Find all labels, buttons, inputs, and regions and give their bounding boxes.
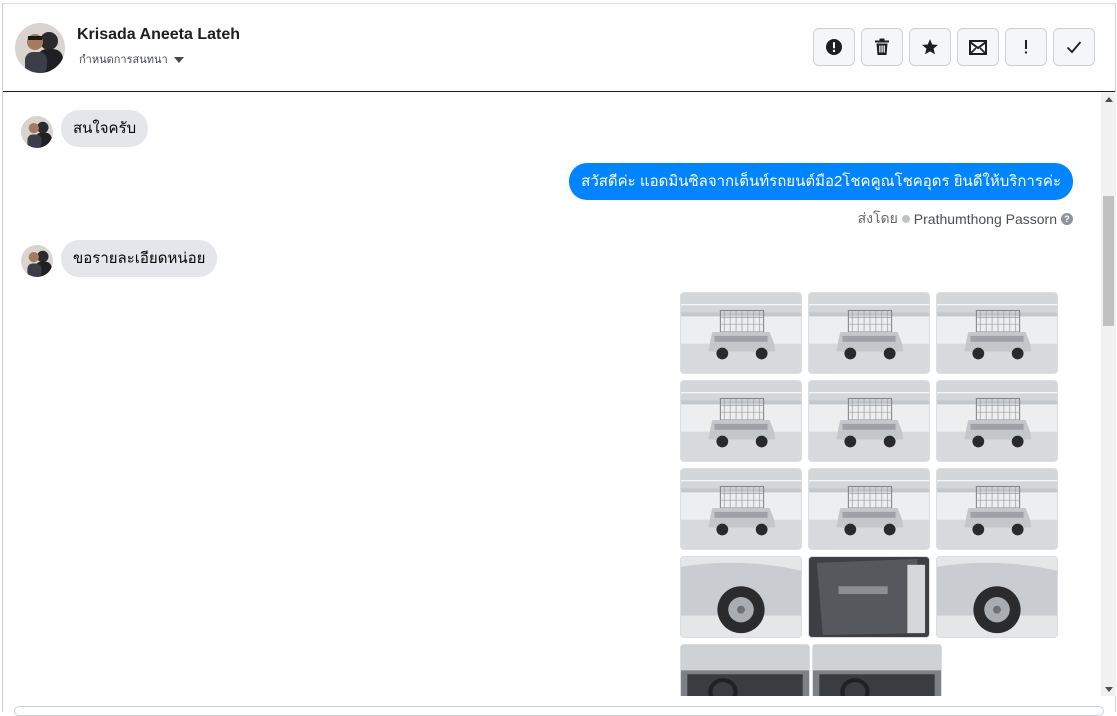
photo-thumbnail[interactable] bbox=[680, 468, 802, 550]
checkmark-icon bbox=[1066, 41, 1082, 54]
help-icon[interactable]: ? bbox=[1061, 213, 1073, 225]
photo-thumbnail[interactable] bbox=[936, 380, 1058, 462]
exclamation-circle-icon bbox=[826, 39, 842, 55]
delete-button[interactable] bbox=[861, 28, 903, 66]
photo-thumbnail[interactable] bbox=[808, 468, 930, 550]
mark-unread-button[interactable] bbox=[957, 28, 999, 66]
outgoing-message[interactable]: สวัสดีค่ะ แอดมินซิลจากเต็นท์รถยนต์มือ2โช… bbox=[569, 163, 1073, 200]
scroll-up-arrow[interactable] bbox=[1101, 92, 1116, 106]
photo-thumbnail[interactable] bbox=[936, 468, 1058, 550]
photo-thumbnail[interactable] bbox=[808, 380, 930, 462]
truck-side-left-2-image bbox=[681, 469, 801, 549]
rear-wheel-image bbox=[937, 557, 1057, 637]
trash-icon bbox=[875, 38, 889, 55]
conversation-actions bbox=[813, 28, 1095, 66]
photo-thumbnail[interactable] bbox=[936, 556, 1058, 638]
truck-rear-quarter-2-image bbox=[937, 469, 1057, 549]
truck-side-left-image bbox=[809, 381, 929, 461]
incoming-message[interactable]: ขอรายละเอียดหน่อย bbox=[61, 240, 218, 277]
contact-avatar-small[interactable] bbox=[21, 116, 53, 148]
contact-name[interactable]: Krisada Aneeta Lateh bbox=[77, 26, 240, 44]
photo-thumbnail[interactable] bbox=[680, 292, 802, 374]
photo-thumbnail[interactable] bbox=[812, 644, 942, 696]
door-interior-image bbox=[809, 557, 929, 637]
sent-by-prefix: ส่งโดย bbox=[857, 210, 898, 226]
done-button[interactable] bbox=[1053, 28, 1095, 66]
contact-avatar[interactable] bbox=[15, 23, 65, 73]
chat-scrollbar[interactable] bbox=[1101, 92, 1116, 696]
photo-thumbnail[interactable] bbox=[680, 556, 802, 638]
envelope-icon bbox=[969, 40, 987, 55]
scroll-down-arrow[interactable] bbox=[1101, 682, 1116, 696]
star-icon bbox=[922, 39, 938, 55]
page-badge-icon bbox=[901, 215, 910, 223]
photo-thumbnail[interactable] bbox=[680, 380, 802, 462]
sent-by-agent[interactable]: Prathumthong Passorn bbox=[914, 211, 1057, 227]
truck-rear-quarter-image bbox=[809, 469, 929, 549]
truck-front-side-image bbox=[809, 293, 929, 373]
photo-thumbnail[interactable] bbox=[808, 556, 930, 638]
assign-label: กำหนดการสนทนา bbox=[79, 54, 168, 66]
seats-image bbox=[813, 645, 941, 696]
message-thread[interactable]: สนใจครับ สวัสดีค่ะ แอดมินซิลจากเต็นท์รถย… bbox=[3, 92, 1100, 696]
exclamation-icon bbox=[1025, 40, 1027, 54]
caret-down-icon bbox=[173, 56, 184, 63]
truck-rear-left-image bbox=[681, 381, 801, 461]
assign-conversation-dropdown[interactable]: กำหนดการสนทนา bbox=[79, 50, 184, 68]
truck-front-image bbox=[681, 293, 801, 373]
spam-button[interactable] bbox=[813, 28, 855, 66]
scroll-thumb[interactable] bbox=[1103, 196, 1114, 326]
star-button[interactable] bbox=[909, 28, 951, 66]
incoming-message[interactable]: สนใจครับ bbox=[61, 110, 149, 147]
truck-side-right-image bbox=[937, 293, 1057, 373]
conversation-header: Krisada Aneeta Lateh กำหนดการสนทนา bbox=[3, 4, 1115, 92]
message-composer[interactable] bbox=[14, 706, 1104, 716]
truck-rear-image bbox=[937, 381, 1057, 461]
front-wheel-image bbox=[681, 557, 801, 637]
dashboard-image bbox=[681, 645, 809, 696]
photo-thumbnail[interactable] bbox=[680, 644, 810, 696]
photo-thumbnail[interactable] bbox=[808, 292, 930, 374]
follow-up-button[interactable] bbox=[1005, 28, 1047, 66]
sent-by-info: ส่งโดย Prathumthong Passorn ? bbox=[858, 208, 1073, 230]
photo-thumbnail[interactable] bbox=[936, 292, 1058, 374]
contact-avatar-small[interactable] bbox=[21, 245, 53, 277]
